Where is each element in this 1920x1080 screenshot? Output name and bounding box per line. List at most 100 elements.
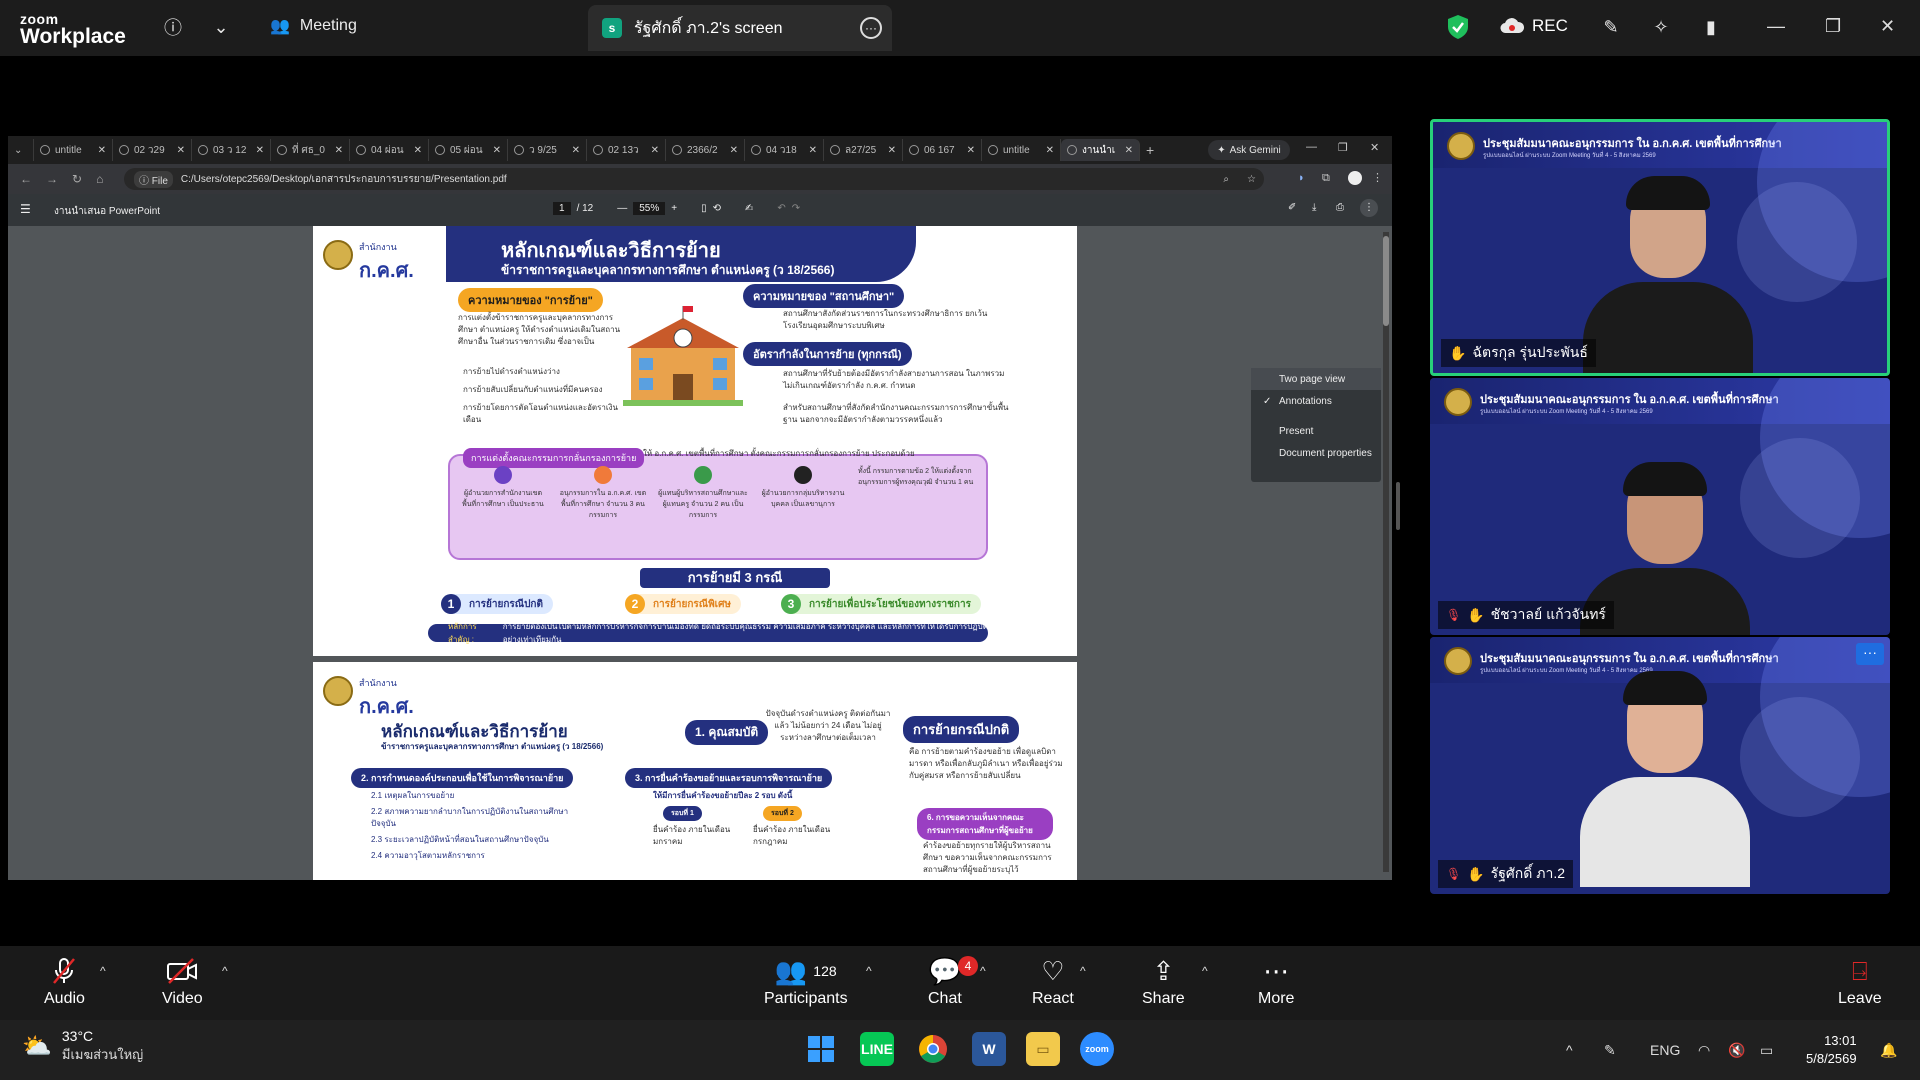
side-panel-icon[interactable]: ▮: [1698, 14, 1724, 40]
wifi-icon[interactable]: ◠: [1698, 1042, 1710, 1059]
split-resize-handle[interactable]: [1396, 482, 1400, 530]
word-icon[interactable]: W: [972, 1032, 1006, 1066]
zoom-out-icon[interactable]: —: [617, 203, 627, 214]
zoom-app-icon[interactable]: zoom: [1080, 1032, 1114, 1066]
rec-indicator[interactable]: REC: [1500, 16, 1568, 36]
tab-close-icon[interactable]: ✕: [493, 145, 501, 156]
browser-tab[interactable]: ว 9/25 ✕: [508, 139, 587, 161]
video-options-caret[interactable]: ^: [222, 964, 228, 978]
browser-tab[interactable]: untitle ✕: [34, 139, 113, 161]
scrollbar-thumb[interactable]: [1383, 236, 1389, 326]
bookmark-star-icon[interactable]: ☆: [1247, 174, 1256, 185]
participants-caret[interactable]: ^: [866, 964, 872, 978]
draw-icon[interactable]: ✍: [745, 203, 753, 214]
browser-tab[interactable]: 04 ว18 ✕: [745, 139, 824, 161]
video-tile[interactable]: ประชุมสัมมนาคณะอนุกรรมการ ใน อ.ก.ค.ศ. เข…: [1430, 637, 1890, 894]
browser-tab[interactable]: untitle ✕: [982, 139, 1061, 161]
tile-more-button[interactable]: ···: [1856, 643, 1884, 665]
more-actions-icon[interactable]: ⋮: [1360, 199, 1378, 217]
tray-overflow-icon[interactable]: ^: [1566, 1042, 1573, 1058]
annotate-pen-icon[interactable]: ✎: [1598, 14, 1624, 40]
security-shield-icon[interactable]: [1447, 14, 1469, 40]
redo-icon[interactable]: ↷: [792, 203, 800, 214]
chrome-icon[interactable]: [916, 1032, 950, 1066]
meeting-tab[interactable]: 👥 Meeting: [270, 16, 357, 36]
speaker-muted-icon[interactable]: 🔇: [1728, 1042, 1745, 1059]
print-icon[interactable]: ⎙: [1336, 202, 1344, 213]
browser-restore-button[interactable]: ❐: [1338, 141, 1348, 154]
participants-button[interactable]: 👥 128 Participants: [764, 956, 848, 1008]
windows-start-icon[interactable]: [804, 1032, 838, 1066]
browser-tab[interactable]: 05 ผ่อน ✕: [429, 139, 508, 161]
audio-button[interactable]: Audio: [44, 956, 85, 1008]
tab-close-icon[interactable]: ✕: [1046, 145, 1054, 156]
browser-tab[interactable]: ล27/25 ✕: [824, 139, 903, 161]
browser-tab[interactable]: 06 167 ✕: [903, 139, 982, 161]
ask-gemini-button[interactable]: ✦ Ask Gemini: [1208, 140, 1290, 160]
fit-page-icon[interactable]: ▯: [701, 203, 707, 214]
browser-tab[interactable]: 02 13ว ✕: [587, 139, 666, 161]
weather-widget[interactable]: ⛅ 33°C มีเมฆส่วนใหญ่: [22, 1028, 143, 1065]
tab-close-icon[interactable]: ✕: [967, 145, 975, 156]
more-button[interactable]: ⋯ More: [1258, 956, 1294, 1008]
audio-options-caret[interactable]: ^: [100, 964, 106, 978]
zoom-in-icon[interactable]: +: [671, 203, 677, 214]
zoom-magnifier-icon[interactable]: ⌕: [1223, 174, 1229, 185]
back-icon[interactable]: ←: [20, 172, 32, 186]
menu-two-page-view[interactable]: Two page view: [1251, 368, 1381, 390]
page-number-input[interactable]: 1: [553, 202, 571, 215]
home-icon[interactable]: ⌂: [96, 172, 103, 186]
browser-tab[interactable]: ที่ ศธ_0 ✕: [271, 139, 350, 161]
share-caret[interactable]: ^: [1202, 964, 1208, 978]
file-explorer-icon[interactable]: ▭: [1026, 1032, 1060, 1066]
video-tile-active-speaker[interactable]: ประชุมสัมมนาคณะอนุกรรมการ ใน อ.ก.ค.ศ. เข…: [1430, 119, 1890, 376]
line-app-icon[interactable]: LINE: [860, 1032, 894, 1066]
pdf-scrollbar[interactable]: [1383, 232, 1389, 872]
share-button[interactable]: ⇪ Share: [1142, 956, 1185, 1008]
zoom-level-input[interactable]: 55%: [633, 202, 666, 215]
react-caret[interactable]: ^: [1080, 964, 1086, 978]
pdf-viewport[interactable]: สำนักงาน ก.ค.ศ. หลักเกณฑ์และวิธีการย้าย …: [8, 226, 1392, 880]
download-icon[interactable]: ⤓: [1312, 202, 1316, 213]
system-clock[interactable]: 13:01 5/8/2569: [1806, 1032, 1857, 1068]
browser-minimize-button[interactable]: —: [1306, 141, 1317, 153]
menu-present[interactable]: Present: [1251, 420, 1381, 442]
annotation-icon[interactable]: ✐: [1288, 202, 1296, 213]
ai-sparkle-icon[interactable]: ✧: [1648, 14, 1674, 40]
hamburger-menu-icon[interactable]: ☰: [20, 202, 31, 216]
tab-close-icon[interactable]: ✕: [1125, 145, 1133, 156]
address-bar[interactable]: ⓘ File C:/Users/otepc2569/Desktop/เอกสาร…: [124, 168, 1264, 190]
react-button[interactable]: ♡ React: [1032, 956, 1074, 1008]
browser-tab[interactable]: 03 ว 12 ✕: [192, 139, 271, 161]
chevron-down-icon[interactable]: ⌄: [208, 14, 234, 40]
file-scheme-chip[interactable]: ⓘ File: [134, 170, 173, 188]
tab-close-icon[interactable]: ✕: [888, 145, 896, 156]
profile-avatar[interactable]: [1348, 171, 1362, 185]
tab-close-icon[interactable]: ✕: [730, 145, 738, 156]
tab-close-icon[interactable]: ✕: [809, 145, 817, 156]
undo-icon[interactable]: ↶: [777, 203, 785, 214]
tab-close-icon[interactable]: ✕: [98, 145, 106, 156]
tab-close-icon[interactable]: ✕: [414, 145, 422, 156]
browser-tab[interactable]: 2366/2 ✕: [666, 139, 745, 161]
browser-close-button[interactable]: ✕: [1370, 141, 1379, 154]
tab-close-icon[interactable]: ✕: [256, 145, 264, 156]
notification-bell-icon[interactable]: 🔔: [1880, 1042, 1897, 1059]
restore-button[interactable]: ❐: [1825, 16, 1841, 37]
tab-search-icon[interactable]: ⌄: [8, 139, 34, 161]
chat-caret[interactable]: ^: [980, 964, 986, 978]
browser-tab-active[interactable]: งานนำเ ✕: [1061, 139, 1140, 161]
leave-button[interactable]: ⍈ Leave: [1838, 956, 1882, 1008]
battery-icon[interactable]: ▭: [1760, 1042, 1773, 1059]
tab-close-icon[interactable]: ✕: [651, 145, 659, 156]
browser-tab[interactable]: 02 ว29 ✕: [113, 139, 192, 161]
forward-icon[interactable]: →: [46, 172, 58, 186]
read-aloud-icon[interactable]: ◗: [1298, 172, 1305, 184]
reload-icon[interactable]: ↻: [72, 172, 82, 186]
tab-close-icon[interactable]: ✕: [335, 145, 343, 156]
screen-share-tab[interactable]: s รัฐศักดิ์ ภา.2's screen ···: [588, 5, 892, 51]
input-indicator-icon[interactable]: ✎: [1604, 1042, 1616, 1059]
chat-button[interactable]: 💬 Chat: [928, 956, 962, 1008]
info-icon[interactable]: ⓘ: [160, 14, 186, 40]
more-options-icon[interactable]: ···: [860, 17, 882, 39]
